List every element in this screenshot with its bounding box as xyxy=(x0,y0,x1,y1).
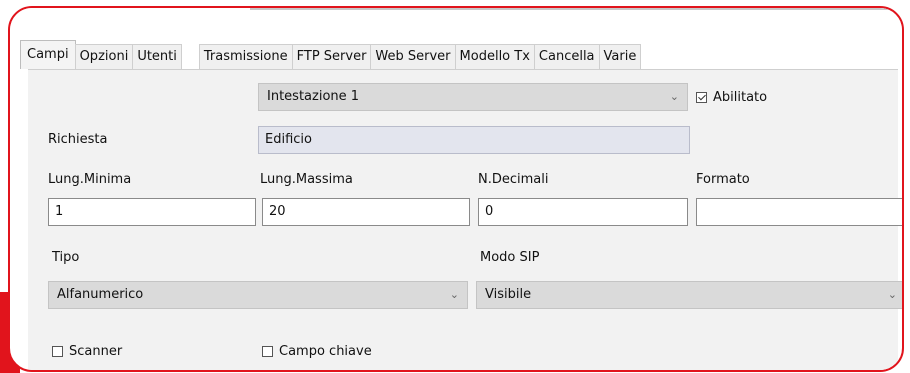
tab-cancella[interactable]: Cancella xyxy=(533,44,600,69)
tipo-value: Alfanumerico xyxy=(57,287,144,302)
max-length-input[interactable]: 20 xyxy=(262,198,470,226)
min-length-label: Lung.Minima xyxy=(48,172,132,187)
tab-modello-tx[interactable]: Modello Tx xyxy=(454,44,535,69)
window-top-strip xyxy=(10,8,902,38)
richiesta-field[interactable]: Edificio xyxy=(258,126,690,154)
richiesta-value: Edificio xyxy=(265,132,312,147)
tab-varie[interactable]: Varie xyxy=(598,44,642,69)
modo-sip-label: Modo SIP xyxy=(480,250,540,265)
checkbox-unchecked-icon xyxy=(52,346,63,357)
max-length-label: Lung.Massima xyxy=(260,172,353,187)
checkbox-checked-icon xyxy=(696,92,707,103)
tipo-label: Tipo xyxy=(52,250,80,265)
tab-campi[interactable]: Campi xyxy=(20,40,76,69)
min-length-value: 1 xyxy=(55,204,64,219)
campo-chiave-checkbox[interactable]: Campo chiave xyxy=(262,344,372,359)
checkbox-unchecked-icon xyxy=(262,346,273,357)
tab-web-server[interactable]: Web Server xyxy=(370,44,456,69)
chevron-down-icon: ⌄ xyxy=(449,288,459,301)
max-length-value: 20 xyxy=(269,204,286,219)
scanner-checkbox[interactable]: Scanner xyxy=(52,344,122,359)
tab-ftp-server[interactable]: FTP Server xyxy=(291,44,372,69)
chevron-down-icon: ⌄ xyxy=(887,288,897,301)
decimals-input[interactable]: 0 xyxy=(478,198,688,226)
decimals-value: 0 xyxy=(485,204,494,219)
richiesta-label: Richiesta xyxy=(48,132,108,147)
tab-utenti[interactable]: Utenti xyxy=(132,44,182,69)
modo-sip-select[interactable]: Visibile ⌄ xyxy=(476,281,902,309)
enabled-checkbox[interactable]: Abilitato xyxy=(696,90,767,105)
chevron-down-icon: ⌄ xyxy=(669,90,679,103)
format-input[interactable] xyxy=(696,198,902,226)
modo-sip-value: Visibile xyxy=(485,287,532,302)
scanner-label: Scanner xyxy=(69,344,123,359)
enabled-label: Abilitato xyxy=(713,90,768,105)
header-select-value: Intestazione 1 xyxy=(267,89,360,104)
tab-bar: Campi Opzioni Utenti Trasmissione FTP Se… xyxy=(20,39,642,69)
format-label: Formato xyxy=(696,172,750,187)
header-select[interactable]: Intestazione 1 ⌄ xyxy=(258,83,688,111)
decimals-label: N.Decimali xyxy=(478,172,549,187)
tipo-select[interactable]: Alfanumerico ⌄ xyxy=(48,281,468,309)
window-top-line xyxy=(250,8,902,10)
tab-panel-campi: Intestazione 1 ⌄ Abilitato Richiesta Edi… xyxy=(28,69,902,370)
dialog-frame: Campi Opzioni Utenti Trasmissione FTP Se… xyxy=(8,6,904,372)
tab-opzioni[interactable]: Opzioni xyxy=(74,44,134,69)
min-length-input[interactable]: 1 xyxy=(48,198,256,226)
tab-trasmissione[interactable]: Trasmissione xyxy=(198,44,293,69)
campo-chiave-label: Campo chiave xyxy=(279,344,372,359)
